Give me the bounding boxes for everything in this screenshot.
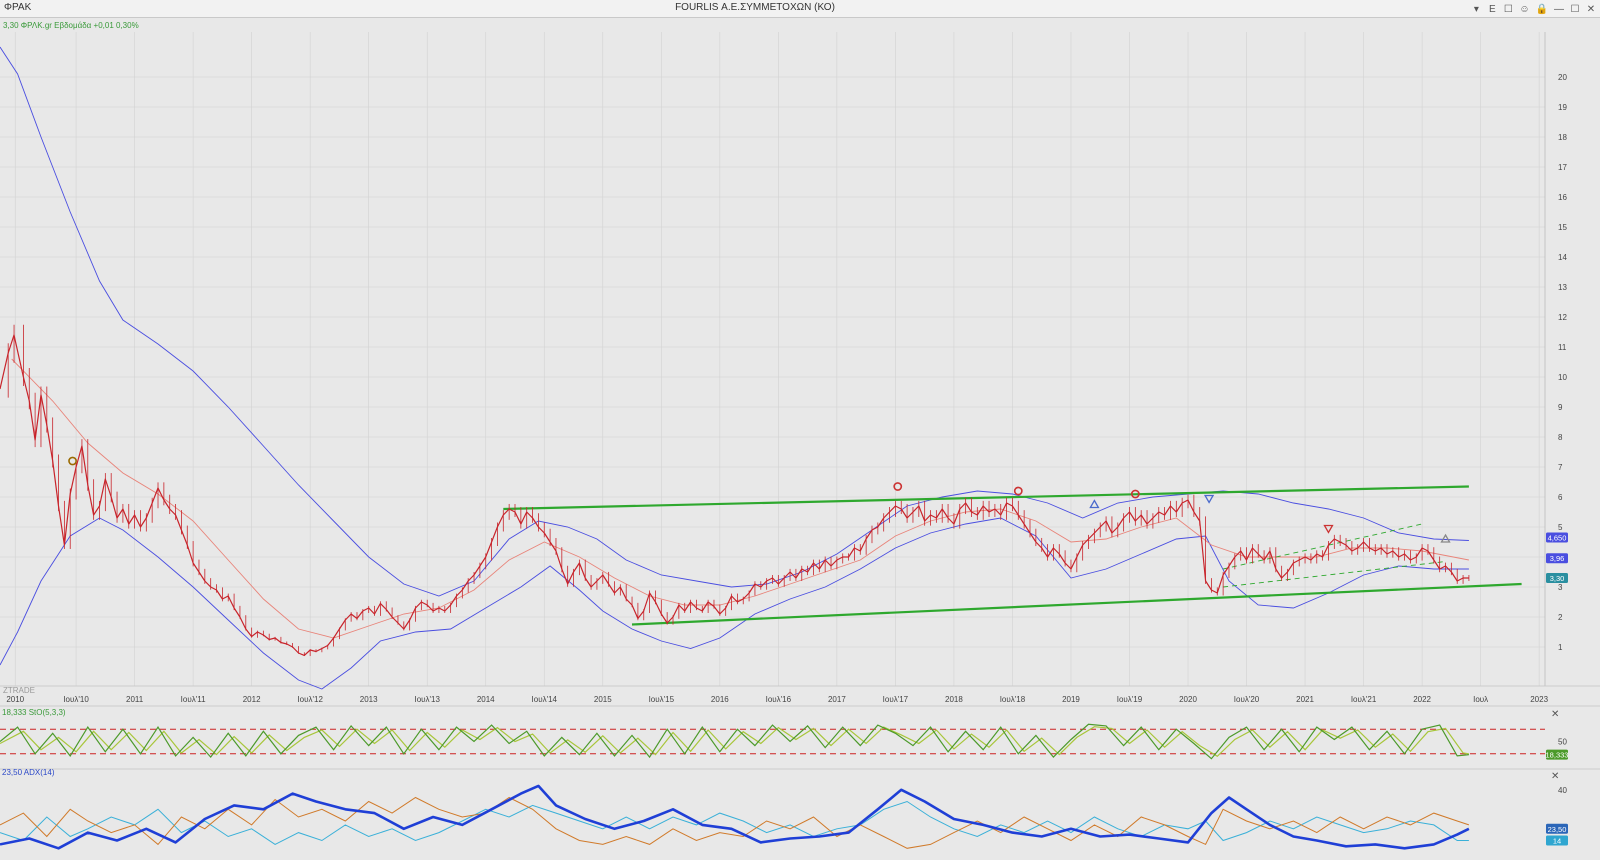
x-tick-label: Ιουλ'20 (1234, 695, 1260, 704)
y-tick-label: 12 (1558, 313, 1567, 322)
y-tick-label: 19 (1558, 103, 1567, 112)
y-tick-label: 17 (1558, 163, 1567, 172)
adx-label: 23,50 ADX(14) (2, 768, 55, 777)
x-tick-label: Ιουλ'13 (414, 695, 440, 704)
x-tick-label: Ιουλ'11 (181, 695, 206, 704)
x-tick-label: 2019 (1062, 695, 1080, 704)
signal-marker (1089, 499, 1100, 509)
y-axis-ticks: 1234567891011121314151617181920 (1558, 73, 1567, 652)
close-icon[interactable]: ✕ (1586, 4, 1596, 15)
x-tick-label: 2023 (1530, 695, 1548, 704)
adx-tick-label: 40 (1558, 786, 1567, 795)
y-tick-label: 20 (1558, 73, 1567, 82)
x-tick-label: 2022 (1413, 695, 1431, 704)
sto-d-line (0, 726, 1469, 758)
x-axis-ticks: 2010 Ιουλ'10 2011 Ιουλ'11 2012 Ιουλ'12 2013 Ιου… (6, 695, 1548, 704)
stochastic-pane: 50 18,333 (0, 723, 1569, 760)
x-tick-label: Ιουλ'10 (63, 695, 89, 704)
y-tick-label: 2 (1558, 613, 1563, 622)
window-titlebar: ΦΡΑΚ FOURLIS Α.Ε.ΣΥΜΜΕΤΟΧΩΝ (ΚΟ) ▾ E ☐ ☺… (0, 0, 1600, 18)
face-icon[interactable]: ☺ (1519, 4, 1529, 15)
adx-close-icon[interactable]: ✕ (1551, 771, 1559, 782)
x-tick-label: Ιουλ'19 (1117, 695, 1143, 704)
y-tick-label: 3 (1558, 583, 1563, 592)
lock-icon[interactable]: 🔒 (1536, 4, 1548, 15)
maximize-icon[interactable]: ☐ (1570, 4, 1580, 15)
channel-top-line (503, 485, 1469, 511)
adx-line (0, 784, 1470, 850)
x-tick-label: 2021 (1296, 695, 1314, 704)
y-tick-label: 11 (1558, 343, 1567, 352)
dropdown-icon[interactable]: ▾ (1471, 4, 1481, 15)
di-minus-line (0, 800, 1469, 845)
y-tick-label: 1 (1558, 643, 1563, 652)
y-tick-label: 10 (1558, 373, 1567, 382)
signal-marker (1013, 486, 1023, 496)
x-tick-label: 2020 (1179, 695, 1197, 704)
x-tick-label: Ιουλ'12 (297, 695, 323, 704)
y-tick-label: 16 (1558, 193, 1567, 202)
x-tick-label: Ιουλ'15 (649, 695, 675, 704)
x-tick-label: 2015 (594, 695, 612, 704)
x-tick-label: Ιουλ'14 (532, 695, 558, 704)
minimize-icon[interactable]: — (1554, 4, 1564, 15)
dashed-top-line (1223, 523, 1423, 570)
main-legend: 3,30 ΦΡΛΚ.gr Εβδομάδα +0,01 0,30% (3, 21, 139, 30)
x-tick-label: Ιουλ (1473, 695, 1488, 704)
y-tick-label: 6 (1558, 493, 1563, 502)
export-button[interactable]: E (1487, 4, 1497, 15)
x-tick-label: 2011 (126, 695, 144, 704)
signal-marker (1440, 533, 1451, 543)
y-tick-label: 15 (1558, 223, 1567, 232)
price-badge-label: 3,30 (1550, 574, 1565, 583)
upper-band-line (0, 46, 1469, 597)
y-tick-label: 9 (1558, 403, 1563, 412)
x-tick-label: Ιουλ'18 (1000, 695, 1026, 704)
window-title: FOURLIS Α.Ε.ΣΥΜΜΕΤΟΧΩΝ (ΚΟ) (675, 2, 835, 13)
adx-pane: 40 23,50 14 (0, 784, 1568, 850)
price-line (0, 334, 1469, 656)
price-series (0, 324, 1470, 657)
sto-badge-label: 18,333 (1546, 751, 1569, 760)
channel-bottom-line (631, 582, 1522, 626)
watermark: ZTRADE (3, 686, 35, 695)
signal-marker (1323, 524, 1334, 534)
price-badges: 4,650 3,96 3,30 (1546, 532, 1568, 583)
y-tick-label: 8 (1558, 433, 1563, 442)
dashed-bottom-line (1223, 561, 1446, 588)
y-tick-label: 5 (1558, 523, 1563, 532)
price-badge-label: 4,650 (1548, 534, 1567, 543)
y-tick-label: 18 (1558, 133, 1567, 142)
y-tick-label: 7 (1558, 463, 1563, 472)
layout-icon[interactable]: ☐ (1503, 4, 1513, 15)
x-tick-label: 2010 (6, 695, 24, 704)
chart-grid (0, 32, 1600, 770)
x-tick-label: 2016 (711, 695, 729, 704)
x-tick-label: Ιουλ'21 (1351, 695, 1377, 704)
adx-badge-label: 23,50 (1548, 825, 1567, 834)
sto-close-icon[interactable]: ✕ (1551, 709, 1559, 720)
x-tick-label: 2013 (360, 695, 378, 704)
volatility-bands (0, 46, 1469, 690)
price-badge-label: 3,96 (1550, 554, 1565, 563)
sto-tick-label: 50 (1558, 738, 1567, 747)
di-plus-line (0, 796, 1470, 849)
sto-label: 18,333 StO(5,3,3) (2, 708, 66, 717)
x-tick-label: Ιουλ'17 (883, 695, 909, 704)
window-tools: ▾ E ☐ ☺ 🔒 — ☐ ✕ (1471, 1, 1596, 17)
chart-canvas[interactable]: 2010 Ιουλ'10 2011 Ιουλ'11 2012 Ιουλ'12 2013 Ιου… (0, 18, 1600, 860)
signal-marker (1203, 494, 1215, 504)
signal-marker (68, 456, 77, 466)
y-tick-label: 14 (1558, 253, 1567, 262)
signal-markers (68, 456, 1451, 543)
x-tick-label: 2012 (243, 695, 261, 704)
adx-badge-label: 14 (1553, 836, 1561, 845)
lower-band-line (0, 517, 1469, 690)
x-tick-label: 2014 (477, 695, 495, 704)
x-tick-label: 2017 (828, 695, 846, 704)
x-tick-label: Ιουλ'16 (766, 695, 792, 704)
y-tick-label: 13 (1558, 283, 1567, 292)
x-tick-label: 2018 (945, 695, 963, 704)
